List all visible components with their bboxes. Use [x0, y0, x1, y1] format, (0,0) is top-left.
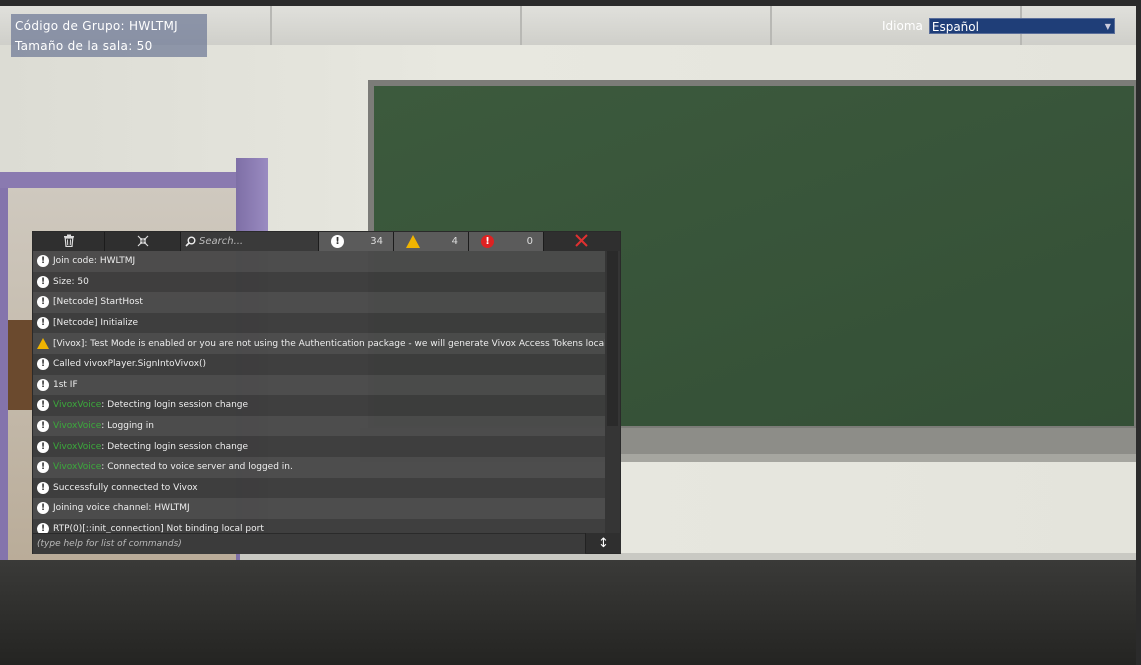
log-entry[interactable]: ! [Netcode] Initialize	[33, 312, 605, 334]
room-size-label: Tamaño de la sala: 50	[15, 39, 153, 53]
warning-icon	[37, 338, 49, 350]
group-code-label: Código de Grupo: HWLTMJ	[15, 19, 178, 33]
info-icon: !	[331, 235, 344, 248]
log-message: Called vivoxPlayer.SignIntoVivox()	[53, 359, 207, 370]
info-icon: !	[37, 440, 49, 453]
info-icon: !	[37, 255, 49, 268]
log-message: Successfully connected to Vivox	[53, 482, 198, 493]
log-entry[interactable]: ! 1st IF	[33, 374, 605, 396]
dropdown-arrow-icon: ▼	[1104, 22, 1111, 31]
error-icon: !	[481, 235, 494, 248]
log-entry[interactable]: ! Join code: HWLTMJ	[33, 251, 605, 272]
language-selector: Idioma Español ▼	[882, 17, 1115, 35]
warning-count: 4	[451, 236, 458, 247]
floor	[0, 560, 1141, 665]
info-icon: !	[37, 420, 49, 433]
log-entry[interactable]: ! Joining voice channel: HWLTMJ	[33, 498, 605, 519]
log-source-tag: VivoxVoice	[53, 421, 102, 432]
info-icon: !	[37, 461, 49, 474]
close-console-button[interactable]	[544, 232, 619, 251]
collapse-icon	[137, 232, 149, 251]
log-source-tag: VivoxVoice	[53, 462, 102, 473]
collapse-logs-button[interactable]	[105, 232, 181, 251]
error-filter-toggle[interactable]: ! 0	[469, 232, 544, 251]
info-icon: !	[37, 296, 49, 309]
search-placeholder: Search...	[199, 236, 244, 247]
log-message: : Detecting login session change	[101, 400, 249, 411]
info-count: 34	[370, 236, 383, 247]
log-message: Joining voice channel: HWLTMJ	[53, 503, 190, 514]
info-icon: !	[37, 378, 49, 391]
warning-icon	[406, 235, 420, 248]
log-entry[interactable]: ! [Netcode] StartHost	[33, 292, 605, 313]
door-frame-top	[0, 172, 236, 188]
log-entry[interactable]: ! RTP(0)[::init_connection] Not binding l…	[33, 518, 605, 533]
log-list[interactable]: ! Join code: HWLTMJ! Size: 50! [Netcode] St…	[33, 251, 605, 533]
log-source-tag: VivoxVoice	[53, 441, 102, 452]
resize-icon: ↕	[598, 535, 609, 551]
log-message: : Connected to voice server and logged i…	[101, 462, 293, 473]
info-icon: !	[37, 317, 49, 330]
trash-icon	[63, 232, 75, 251]
log-source-tag: VivoxVoice	[53, 400, 102, 411]
info-icon: !	[37, 358, 49, 371]
info-icon: !	[37, 481, 49, 494]
log-message: Join code: HWLTMJ	[53, 256, 136, 267]
log-entry[interactable]: ! Successfully connected to Vivox	[33, 477, 605, 499]
warning-filter-toggle[interactable]: 4	[394, 232, 469, 251]
log-message: RTP(0)[::init_connection] Not binding lo…	[53, 524, 264, 533]
log-entry[interactable]: ! Size: 50	[33, 271, 605, 293]
door-frame-left	[0, 188, 8, 588]
log-entry[interactable]: ! VivoxVoice: Connected to voice server a…	[33, 456, 605, 478]
language-dropdown[interactable]: Español ▼	[928, 18, 1115, 34]
info-icon: !	[37, 399, 49, 412]
scrollbar-thumb[interactable]	[607, 251, 618, 426]
search-input[interactable]: Search...	[181, 232, 319, 251]
log-message: [Netcode] Initialize	[53, 318, 139, 329]
log-scrollbar[interactable]	[605, 251, 620, 533]
language-value: Español	[931, 20, 979, 34]
info-icon: !	[37, 523, 49, 533]
language-label: Idioma	[882, 19, 923, 33]
debug-console: Search... ! 34 4 ! 0 ! Join code: HWLTMJ!…	[32, 231, 621, 554]
log-message: [Netcode] StartHost	[53, 297, 143, 308]
log-message: : Detecting login session change	[101, 441, 249, 452]
resize-console-button[interactable]: ↕	[585, 533, 621, 553]
log-message: 1st IF	[53, 379, 78, 390]
close-icon	[575, 232, 588, 251]
log-message: Size: 50	[53, 276, 89, 287]
log-entry[interactable]: ! VivoxVoice: Detecting login session cha…	[33, 436, 605, 457]
log-message: [Vivox]: Test Mode is enabled or you are…	[53, 338, 605, 349]
search-icon	[185, 232, 196, 251]
console-toolbar: Search... ! 34 4 ! 0	[33, 232, 620, 251]
log-message: : Logging in	[101, 421, 154, 432]
log-entry[interactable]: ! VivoxVoice: Logging in	[33, 415, 605, 437]
clear-logs-button[interactable]	[33, 232, 105, 251]
log-entry[interactable]: ! Called vivoxPlayer.SignIntoVivox()	[33, 353, 605, 375]
command-placeholder: (type help for list of commands)	[37, 539, 182, 549]
info-icon: !	[37, 502, 49, 515]
log-entry[interactable]: [Vivox]: Test Mode is enabled or you are…	[33, 333, 605, 354]
error-count: 0	[526, 236, 533, 247]
command-input[interactable]: (type help for list of commands)	[33, 533, 585, 554]
info-icon: !	[37, 275, 49, 288]
info-filter-toggle[interactable]: ! 34	[319, 232, 394, 251]
group-info-panel: Código de Grupo: HWLTMJ Tamaño de la sal…	[11, 14, 207, 57]
log-entry[interactable]: ! VivoxVoice: Detecting login session cha…	[33, 395, 605, 416]
